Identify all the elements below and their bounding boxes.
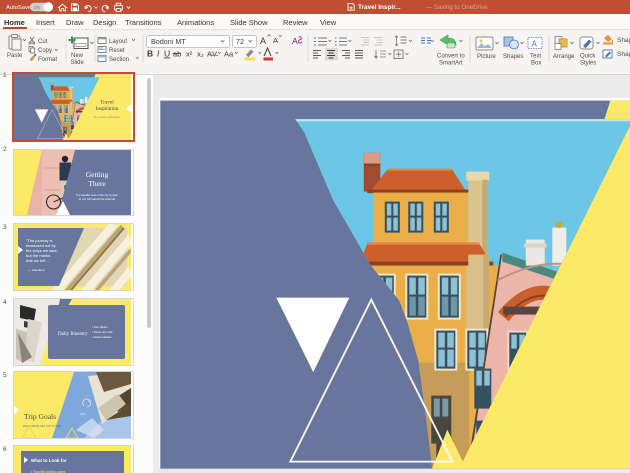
svg-text:The traveller sees of the city: The traveller sees of the city by bike, bbox=[75, 193, 117, 197]
svg-text:There: There bbox=[88, 179, 106, 188]
svg-text:Slide: Slide bbox=[71, 60, 85, 66]
svg-text:A: A bbox=[260, 36, 266, 46]
svg-text:• Rome tour visit: • Rome tour visit bbox=[92, 330, 113, 334]
svg-text:Box: Box bbox=[531, 61, 541, 67]
svg-text:What to Look for: What to Look for bbox=[31, 458, 67, 463]
svg-text:that we left...: that we left... bbox=[26, 258, 49, 263]
svg-text:Quick: Quick bbox=[580, 54, 596, 60]
svg-text:Shap: Shap bbox=[617, 51, 630, 58]
svg-text:Travel: Travel bbox=[100, 99, 114, 105]
svg-text:Format: Format bbox=[38, 57, 57, 63]
svg-text:• Tour Albaro: • Tour Albaro bbox=[92, 325, 108, 329]
svg-text:New: New bbox=[71, 53, 84, 59]
svg-text:Reset: Reset bbox=[109, 48, 125, 54]
svg-text:A̵V̵: A̵V̵ bbox=[207, 50, 219, 59]
svg-text:Aa: Aa bbox=[224, 50, 234, 59]
svg-text:Cut: Cut bbox=[38, 39, 48, 45]
svg-text:— Claudia A.: — Claudia A. bbox=[28, 268, 46, 272]
svg-text:Shapes: Shapes bbox=[503, 54, 523, 60]
svg-text:x₂: x₂ bbox=[197, 50, 204, 59]
svg-text:Bodoni MT: Bodoni MT bbox=[151, 37, 186, 46]
svg-text:Paste: Paste bbox=[7, 53, 23, 59]
svg-text:so you will roamed the street: so you will roamed the street all. bbox=[78, 197, 115, 201]
svg-text:B: B bbox=[147, 49, 153, 59]
svg-text:Copy: Copy bbox=[38, 48, 52, 54]
svg-text:Arrange: Arrange bbox=[553, 54, 575, 60]
svg-text:Picture: Picture bbox=[477, 54, 496, 60]
svg-text:Styles: Styles bbox=[580, 61, 596, 67]
svg-text:Inspiration: Inspiration bbox=[96, 106, 119, 112]
svg-text:A: A bbox=[292, 36, 298, 46]
svg-text:Convert to: Convert to bbox=[437, 54, 465, 60]
svg-text:• Aosta markets: • Aosta markets bbox=[92, 335, 112, 339]
svg-text:Section: Section bbox=[109, 57, 129, 63]
svg-text:ab: ab bbox=[173, 50, 181, 59]
svg-text:Getting: Getting bbox=[85, 170, 108, 179]
svg-text:I: I bbox=[157, 49, 160, 59]
svg-text:A: A bbox=[273, 36, 278, 45]
svg-text:72: 72 bbox=[236, 37, 244, 46]
svg-text:A: A bbox=[532, 40, 538, 49]
svg-text:Layout: Layout bbox=[109, 39, 127, 45]
svg-text:Daily Itinerary: Daily Itinerary bbox=[58, 332, 88, 337]
svg-text:— Saving to OneDrive: — Saving to OneDrive bbox=[426, 4, 488, 11]
svg-text:Shap: Shap bbox=[617, 37, 630, 44]
svg-text:Text: Text bbox=[530, 54, 541, 60]
svg-text:SmartArt: SmartArt bbox=[439, 61, 463, 67]
svg-text:Trip Goals: Trip Goals bbox=[24, 412, 56, 421]
svg-text:U: U bbox=[164, 49, 170, 59]
svg-text:x²: x² bbox=[186, 50, 193, 59]
svg-text:ON: ON bbox=[34, 5, 40, 10]
svg-text:AutoSave: AutoSave bbox=[6, 5, 31, 11]
svg-text:Travel Inspir...: Travel Inspir... bbox=[358, 4, 401, 11]
